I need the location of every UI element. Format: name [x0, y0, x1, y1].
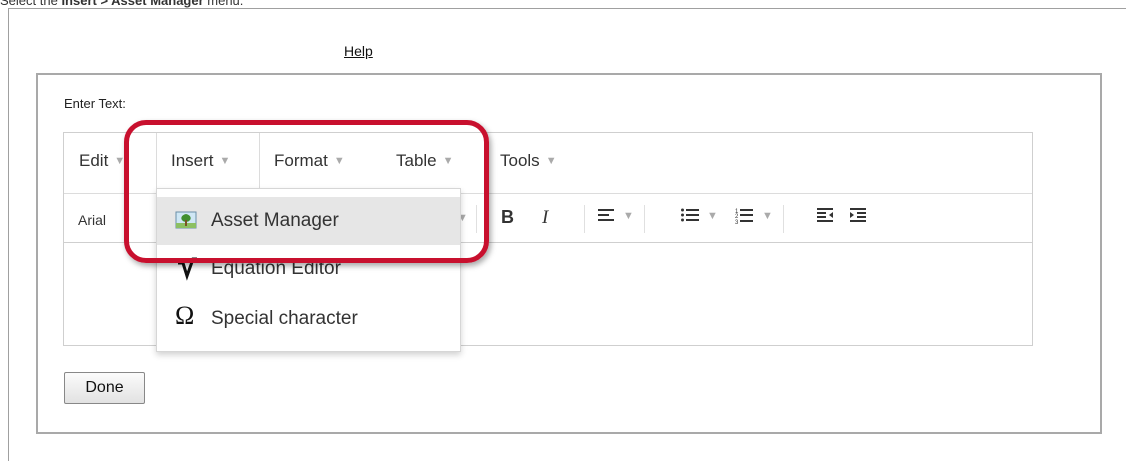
menu-edit[interactable]: Edit ▼	[79, 151, 125, 171]
asset-manager-icon	[175, 209, 199, 233]
toolbar-divider	[584, 205, 585, 233]
indent-icon[interactable]	[850, 207, 868, 228]
equation-icon	[175, 257, 199, 281]
enter-text-label: Enter Text:	[64, 96, 126, 111]
chevron-down-icon[interactable]: ▼	[762, 210, 773, 222]
outdent-icon[interactable]	[817, 207, 835, 228]
chevron-down-icon: ▼	[114, 155, 126, 167]
insert-menu-dropdown: Asset Manager Equation Editor Ω Special …	[156, 188, 461, 352]
italic-button[interactable]: I	[542, 207, 548, 229]
menu-item-equation-editor[interactable]: Equation Editor	[157, 245, 460, 293]
menu-item-asset-manager[interactable]: Asset Manager	[157, 197, 460, 245]
chevron-down-icon[interactable]: ▼	[623, 210, 634, 222]
menu-format[interactable]: Format ▼	[274, 151, 345, 171]
toolbar-divider	[476, 205, 477, 233]
font-family-select[interactable]: Arial	[78, 212, 106, 228]
menu-format-label: Format	[274, 151, 328, 170]
menu-tools-label: Tools	[500, 151, 540, 170]
chevron-down-icon: ▼	[442, 155, 454, 167]
instruction-prefix: Select the	[0, 0, 62, 8]
menu-tools[interactable]: Tools ▼	[500, 151, 557, 171]
chevron-down-icon[interactable]: ▼	[707, 210, 718, 222]
toolbar-divider	[644, 205, 645, 233]
align-left-icon[interactable]	[598, 207, 616, 228]
svg-text:3: 3	[735, 220, 739, 225]
done-button[interactable]: Done	[64, 372, 145, 404]
help-link[interactable]: Help	[344, 43, 373, 59]
menu-insert[interactable]: Insert ▼	[171, 151, 230, 171]
menu-item-label: Asset Manager	[211, 210, 339, 231]
chevron-down-icon: ▼	[545, 155, 557, 167]
chevron-down-icon: ▼	[219, 155, 231, 167]
instruction-suffix: menu.	[203, 0, 244, 8]
toolbar-divider	[783, 205, 784, 233]
instruction-bold: Insert > Asset Manager	[61, 0, 204, 8]
editor-menubar: Edit ▼ Insert ▼ Format ▼ Table ▼ Tools ▼	[64, 133, 1032, 194]
numbered-list-icon[interactable]: 123	[735, 207, 753, 230]
bold-button[interactable]: B	[501, 207, 514, 228]
menu-item-label: Special character	[211, 308, 358, 329]
menu-table-label: Table	[396, 151, 437, 170]
menu-table[interactable]: Table ▼	[396, 151, 454, 171]
chevron-down-icon: ▼	[333, 155, 345, 167]
menu-edit-label: Edit	[79, 151, 109, 170]
menu-item-label: Equation Editor	[211, 258, 341, 279]
menu-insert-label: Insert	[171, 151, 214, 170]
bullet-list-icon[interactable]	[681, 207, 699, 228]
omega-icon: Ω	[175, 301, 195, 330]
instruction-text: Select the Insert > Asset Manager menu.	[0, 0, 243, 8]
menu-item-special-character[interactable]: Ω Special character	[157, 295, 460, 343]
